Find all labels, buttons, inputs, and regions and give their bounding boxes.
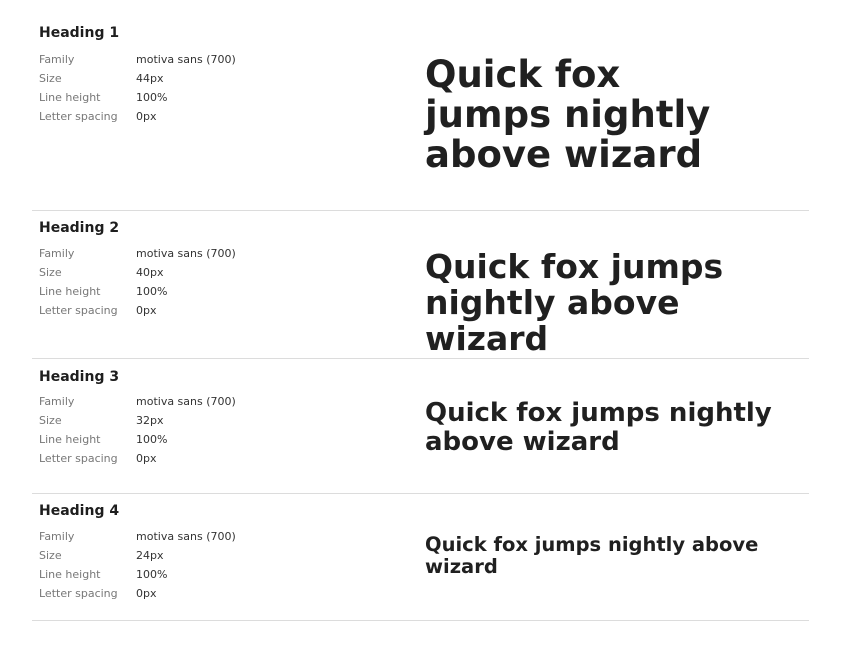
type-style-row-heading-1: Heading 1 Family motiva sans (700) Size 44… xyxy=(32,0,809,211)
spec-value: 32px xyxy=(136,414,164,427)
spec-label: Size xyxy=(39,266,62,279)
spec-value: 0px xyxy=(136,110,157,123)
spec-value: 100% xyxy=(136,568,168,581)
spec-label: Size xyxy=(39,414,62,427)
sample-text: Quick fox jumps nightly above wizard xyxy=(425,247,724,358)
sample-text: Quick fox jumps nightly above wizard xyxy=(425,398,772,457)
style-name: Heading 3 xyxy=(39,369,120,385)
spec-value: 40px xyxy=(136,266,164,279)
type-style-row-heading-3: Heading 3 Family motiva sans (700) Size 32… xyxy=(32,359,809,494)
spec-label: Family xyxy=(39,247,75,260)
sample-text: Quick fox jumps nightly above wizard xyxy=(425,53,711,176)
spec-value: 100% xyxy=(136,285,168,298)
spec-label: Line height xyxy=(39,568,101,581)
spec-value: 100% xyxy=(136,91,168,104)
sample-text: Quick fox jumps nightly above wizard xyxy=(425,533,759,578)
spec-list: Family motiva sans (700) Size 40px Line he… xyxy=(39,244,236,320)
spec-list: Family motiva sans (700) Size 32px Line he… xyxy=(39,392,236,468)
spec-label: Line height xyxy=(39,91,101,104)
spec-value: 100% xyxy=(136,433,168,446)
style-name: Heading 2 xyxy=(39,220,120,236)
style-name: Heading 1 xyxy=(39,25,120,41)
spec-label: Size xyxy=(39,72,62,85)
spec-value: 44px xyxy=(136,72,164,85)
spec-value: motiva sans (700) xyxy=(136,53,236,66)
spec-value: motiva sans (700) xyxy=(136,395,236,408)
spec-label: Letter spacing xyxy=(39,110,118,123)
spec-label: Size xyxy=(39,549,62,562)
spec-value: 0px xyxy=(136,587,157,600)
spec-label: Letter spacing xyxy=(39,587,118,600)
type-style-row-heading-2: Heading 2 Family motiva sans (700) Size 40… xyxy=(32,211,809,359)
spec-value: motiva sans (700) xyxy=(136,530,236,543)
spec-label: Family xyxy=(39,53,75,66)
spec-value: 0px xyxy=(136,452,157,465)
type-style-row-heading-4: Heading 4 Family motiva sans (700) Size 24… xyxy=(32,494,809,621)
spec-label: Family xyxy=(39,395,75,408)
spec-list: Family motiva sans (700) Size 24px Line he… xyxy=(39,527,236,603)
spec-label: Line height xyxy=(39,285,101,298)
spec-label: Letter spacing xyxy=(39,304,118,317)
spec-label: Letter spacing xyxy=(39,452,118,465)
style-name: Heading 4 xyxy=(39,503,120,519)
spec-label: Family xyxy=(39,530,75,543)
spec-list: Family motiva sans (700) Size 44px Line he… xyxy=(39,50,236,126)
spec-value: motiva sans (700) xyxy=(136,247,236,260)
spec-label: Line height xyxy=(39,433,101,446)
spec-value: 0px xyxy=(136,304,157,317)
spec-value: 24px xyxy=(136,549,164,562)
